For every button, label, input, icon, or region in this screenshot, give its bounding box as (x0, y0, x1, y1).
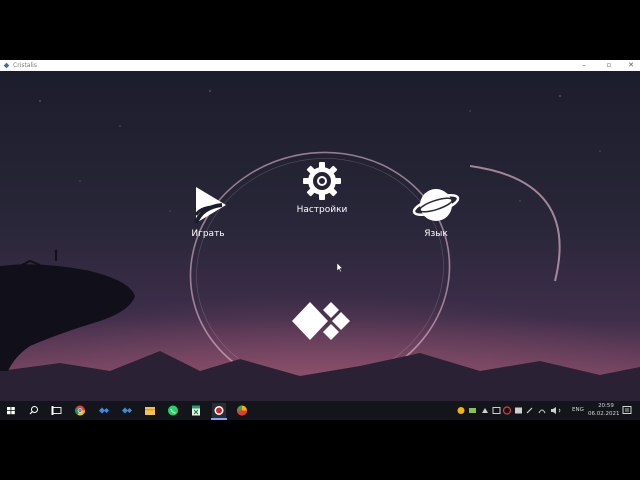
minimize-button[interactable]: – (573, 60, 595, 71)
spreadsheet-icon[interactable] (189, 403, 203, 418)
clock-date[interactable]: 06.02.2021 (588, 411, 620, 418)
settings-button[interactable]: Настройки (289, 161, 355, 216)
language-button[interactable]: Язык (410, 185, 462, 240)
search-icon[interactable] (27, 403, 41, 418)
task-view-icon[interactable] (50, 403, 64, 418)
app-icon[interactable] (97, 403, 111, 418)
whatsapp-icon[interactable] (166, 403, 180, 418)
taskbar: ENG 20:59 06.02.2021 (0, 401, 640, 420)
figure-silhouette (55, 252, 57, 261)
logo-icon (292, 302, 350, 340)
window-title: Cristalis (13, 62, 37, 69)
color-app-icon[interactable] (235, 403, 249, 418)
app-icon[interactable] (120, 403, 134, 418)
play-label: Играть (191, 229, 225, 239)
app-window: Cristalis – ▫ ✕ Играть Настройки Язык EN… (0, 60, 640, 420)
active-app-indicator (211, 418, 227, 420)
record-icon[interactable] (212, 403, 226, 418)
input-language-indicator[interactable]: ENG (572, 407, 584, 414)
background-scene (0, 71, 640, 401)
play-button[interactable]: Играть (180, 185, 236, 240)
maximize-button[interactable]: ▫ (598, 60, 620, 71)
gear-icon (303, 162, 341, 200)
file-explorer-icon[interactable] (143, 403, 157, 418)
settings-label: Настройки (296, 205, 348, 215)
play-icon (194, 187, 226, 224)
clock-time[interactable]: 20:59 (596, 403, 616, 410)
language-label: Язык (424, 229, 448, 239)
close-button[interactable]: ✕ (620, 60, 640, 71)
planet-icon (412, 189, 460, 221)
mouse-cursor-icon (337, 263, 343, 272)
system-tray-icons[interactable] (455, 405, 571, 416)
notifications-icon[interactable] (622, 405, 632, 416)
app-icon (3, 62, 10, 69)
windows-start-icon[interactable] (4, 403, 18, 418)
chrome-icon[interactable] (73, 403, 87, 418)
